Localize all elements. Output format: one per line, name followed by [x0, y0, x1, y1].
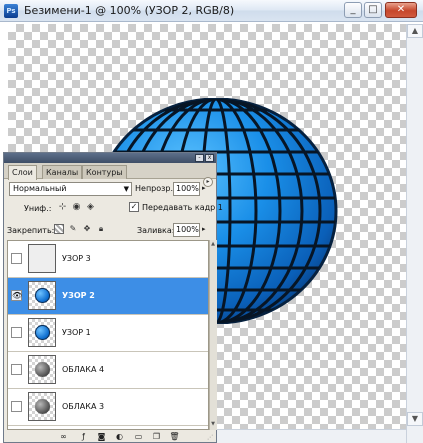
fill-label: Заливка: — [137, 226, 175, 235]
link-icon[interactable]: ∞ — [58, 432, 69, 441]
layer-thumbnail — [28, 392, 56, 421]
sphere-thumbnail-icon — [35, 288, 50, 303]
lock-image-icon[interactable]: ✎ — [68, 224, 78, 234]
blend-mode-select[interactable]: Нормальный ▼ — [9, 182, 132, 196]
unify-visibility-icon[interactable]: ◉ — [71, 202, 82, 213]
vertical-scrollbar[interactable] — [406, 24, 423, 443]
layer-style-icon[interactable]: ƒ — [78, 432, 89, 441]
layer-name: УЗОР 2 — [62, 291, 95, 300]
eye-icon[interactable]: 👁︎ — [11, 290, 22, 301]
resize-grip-icon[interactable]: ⋰ — [207, 434, 215, 442]
unify-style-icon[interactable]: ◈ — [85, 202, 96, 213]
document-title: Безимени-1 @ 100% (УЗОР 2, RGB/8) — [24, 4, 235, 17]
layers-panel: - x Слои Каналы Контуры ▸ Нормальный ▼ Н… — [3, 152, 223, 443]
adjustment-icon[interactable]: ◐ — [114, 432, 125, 441]
lock-transparency-icon[interactable] — [54, 224, 64, 234]
maximize-button[interactable]: □ — [364, 2, 382, 18]
scroll-down-icon[interactable]: ▼ — [209, 421, 217, 429]
lock-position-icon[interactable]: ✥ — [82, 224, 92, 234]
layer-thumbnail — [28, 318, 56, 347]
title-bar[interactable]: Ps Безимени-1 @ 100% (УЗОР 2, RGB/8) _ □… — [0, 0, 423, 22]
fill-input[interactable]: 100% — [173, 223, 200, 237]
clouds-thumbnail-icon — [35, 399, 50, 414]
layer-row-oblaka-3[interactable]: ОБЛАКА 3 — [8, 389, 208, 426]
scroll-up-icon[interactable]: ▲ — [407, 24, 423, 38]
scroll-down-icon[interactable]: ▼ — [407, 412, 423, 426]
opacity-label: Непрозр.: — [135, 184, 176, 193]
layer-name: УЗОР 1 — [62, 328, 91, 337]
opacity-input[interactable]: 100% — [173, 182, 200, 196]
layer-row-oblaka-4[interactable]: ОБЛАКА 4 — [8, 352, 208, 389]
unify-label: Униф.: — [24, 204, 52, 213]
group-icon[interactable]: ▭ — [133, 432, 144, 441]
lock-all-icon[interactable]: 🔒︎ — [96, 224, 106, 234]
layer-thumbnail — [28, 355, 56, 384]
tab-paths[interactable]: Контуры — [82, 165, 127, 179]
layer-name: ОБЛАКА 3 — [62, 402, 105, 411]
visibility-toggle[interactable] — [11, 364, 22, 375]
photoshop-document-window: Ps Безимени-1 @ 100% (УЗОР 2, RGB/8) _ □… — [0, 0, 423, 443]
layer-row-uzor-3[interactable]: УЗОР 3 — [8, 241, 208, 278]
new-layer-icon[interactable]: ❐ — [151, 432, 162, 441]
trash-icon[interactable]: 🗑︎ — [169, 432, 180, 441]
panel-tabs: Слои Каналы Контуры ▸ — [4, 163, 216, 187]
panel-close-button[interactable]: x — [205, 154, 214, 162]
sphere-thumbnail-icon — [35, 325, 50, 340]
clouds-thumbnail-icon — [35, 362, 50, 377]
visibility-toggle[interactable] — [11, 327, 22, 338]
panel-minimize-button[interactable]: - — [195, 154, 204, 162]
layer-thumbnail — [28, 244, 56, 273]
horizontal-scrollbar[interactable] — [215, 429, 406, 443]
visibility-toggle[interactable] — [11, 401, 22, 412]
blend-mode-value: Нормальный — [13, 184, 67, 193]
layer-name: УЗОР 3 — [62, 254, 91, 263]
unify-position-icon[interactable]: ⊹ — [57, 202, 68, 213]
layer-name: ОБЛАКА 4 — [62, 365, 105, 374]
panel-bottom-toolbar: ∞ ƒ ◙ ◐ ▭ ❐ 🗑︎ — [4, 431, 216, 442]
photoshop-icon: Ps — [4, 4, 18, 18]
minimize-button[interactable]: _ — [344, 2, 362, 18]
layers-list-scrollbar[interactable] — [209, 240, 217, 430]
layer-row-uzor-1[interactable]: УЗОР 1 — [8, 315, 208, 352]
panel-drag-bar[interactable]: - x — [4, 153, 216, 163]
lock-label: Закрепить: — [7, 226, 55, 235]
fill-arrow-icon[interactable]: ▸ — [202, 225, 206, 233]
close-button[interactable]: ✕ — [385, 2, 417, 18]
propagate-frame-label: Передавать кадр 1 — [142, 203, 223, 212]
layer-row-uzor-2[interactable]: 👁︎ УЗОР 2 — [8, 278, 208, 315]
layers-list: УЗОР 3 👁︎ УЗОР 2 УЗОР 1 ОБЛАКА 4 ОБЛАКА … — [7, 240, 209, 430]
opacity-arrow-icon[interactable]: ▸ — [202, 184, 206, 192]
mask-icon[interactable]: ◙ — [96, 432, 107, 441]
tab-layers[interactable]: Слои — [8, 165, 37, 180]
tab-channels[interactable]: Каналы — [42, 165, 83, 179]
scroll-up-icon[interactable]: ▲ — [209, 241, 217, 249]
layer-thumbnail — [28, 281, 56, 310]
chevron-down-icon: ▼ — [123, 185, 129, 193]
propagate-frame-checkbox[interactable]: ✓ — [129, 202, 139, 212]
visibility-toggle[interactable] — [11, 253, 22, 264]
